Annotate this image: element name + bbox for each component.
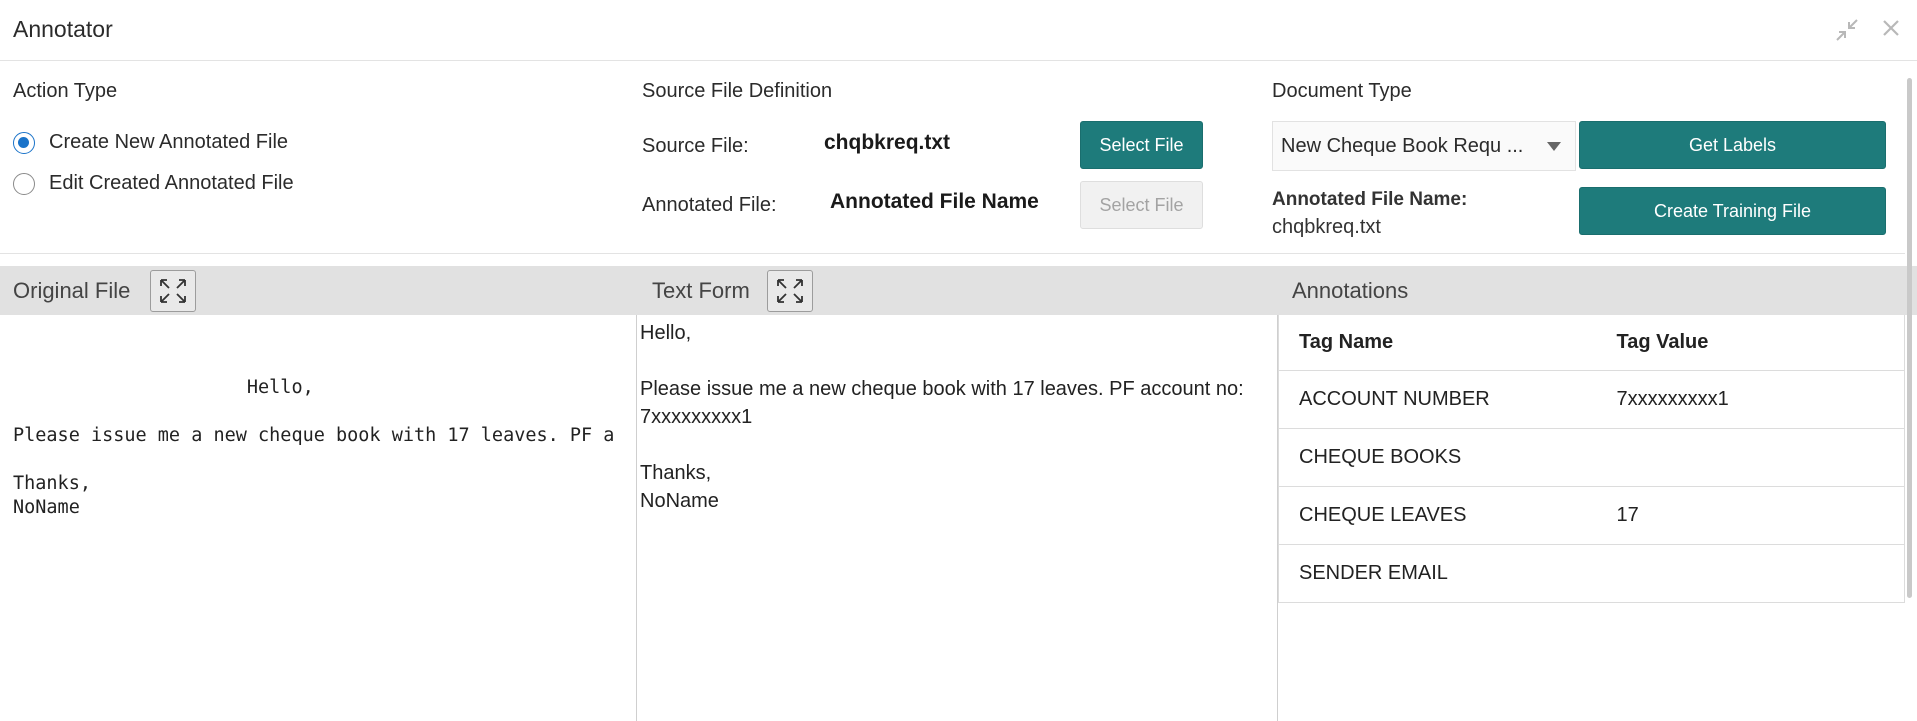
table-row[interactable]: ACCOUNT NUMBER 7xxxxxxxxx1 — [1278, 370, 1905, 429]
text-line-greeting: Hello, — [640, 322, 692, 344]
tag-value-cell: 17 — [1596, 486, 1905, 545]
expand-text-form-button[interactable] — [767, 270, 813, 312]
title-bar: Annotator — [0, 0, 1917, 61]
annotations-title: Annotations — [1292, 278, 1409, 303]
document-type-selected: New Cheque Book Requ ... — [1281, 134, 1524, 157]
radio-edit-created-label: Edit Created Annotated File — [49, 172, 294, 194]
chevron-down-icon — [1547, 141, 1561, 151]
table-row[interactable]: CHEQUE LEAVES 17 — [1278, 486, 1905, 545]
expand-original-button[interactable] — [150, 270, 196, 312]
close-icon[interactable] — [1878, 18, 1904, 44]
shrink-arrows-icon[interactable] — [1834, 18, 1860, 44]
table-row[interactable]: CHEQUE BOOKS — [1278, 428, 1905, 487]
close-svg — [1883, 20, 1899, 36]
text-line-account: 7xxxxxxxxx1 — [640, 406, 753, 428]
get-labels-button[interactable]: Get Labels — [1579, 121, 1886, 169]
expand-icon — [777, 279, 803, 303]
text-form-pane: Hello, Please issue me a new cheque book… — [638, 315, 1278, 721]
tag-value-cell — [1596, 544, 1905, 603]
header-tag-name: Tag Name — [1278, 315, 1597, 371]
action-type-title: Action Type — [13, 80, 118, 102]
tag-value-cell — [1596, 428, 1905, 487]
annotated-file-value: Annotated File Name — [830, 190, 1039, 213]
shrink-arrows-svg — [1836, 19, 1858, 41]
document-type-title: Document Type — [1272, 80, 1412, 102]
panel-header-bar: Original File Text Form Annotations — [0, 266, 1917, 315]
annotated-file-label: Annotated File: — [642, 194, 777, 216]
vertical-scrollbar[interactable] — [1907, 78, 1912, 598]
create-training-file-button[interactable]: Create Training File — [1579, 187, 1886, 235]
annotations-table: Tag Name Tag Value ACCOUNT NUMBER 7xxxxx… — [1278, 315, 1905, 603]
tag-name-cell: CHEQUE LEAVES — [1278, 486, 1597, 545]
window-title: Annotator — [13, 16, 113, 42]
original-file-content: Hello, Please issue me a new cheque book… — [13, 377, 615, 518]
radio-create-new[interactable]: Create New Annotated File — [13, 131, 288, 154]
annotated-file-name-value: chqbkreq.txt — [1272, 216, 1381, 238]
source-file-label: Source File: — [642, 135, 749, 157]
original-file-pane: Hello, Please issue me a new cheque book… — [0, 315, 637, 721]
text-line-body: Please issue me a new cheque book with 1… — [640, 378, 1244, 400]
text-line-thanks: Thanks, — [640, 462, 712, 484]
tag-value-cell: 7xxxxxxxxx1 — [1596, 370, 1905, 429]
radio-edit-created[interactable]: Edit Created Annotated File — [13, 172, 294, 195]
header-tag-value: Tag Value — [1596, 315, 1905, 371]
expand-icon — [160, 279, 186, 303]
text-form-title: Text Form — [652, 278, 750, 303]
table-header-row: Tag Name Tag Value — [1278, 315, 1905, 371]
source-file-value: chqbkreq.txt — [824, 131, 951, 154]
annotated-select-file-button[interactable]: Select File — [1080, 181, 1203, 229]
document-type-select[interactable]: New Cheque Book Requ ... — [1272, 121, 1576, 171]
source-file-definition-title: Source File Definition — [642, 80, 833, 102]
radio-button-unchecked[interactable] — [13, 172, 35, 195]
tag-name-cell: CHEQUE BOOKS — [1278, 428, 1597, 487]
radio-button-checked[interactable] — [13, 131, 35, 154]
original-file-title: Original File — [13, 278, 131, 303]
text-line-signature: NoName — [640, 490, 719, 512]
table-row[interactable]: SENDER EMAIL — [1278, 544, 1905, 603]
source-select-file-button[interactable]: Select File — [1080, 121, 1203, 169]
annotated-file-name-label: Annotated File Name: — [1272, 189, 1468, 210]
annotations-pane: Tag Name Tag Value ACCOUNT NUMBER 7xxxxx… — [1278, 315, 1905, 721]
tag-name-cell: SENDER EMAIL — [1278, 544, 1597, 603]
tag-name-cell: ACCOUNT NUMBER — [1278, 370, 1597, 429]
radio-create-new-label: Create New Annotated File — [49, 131, 289, 153]
